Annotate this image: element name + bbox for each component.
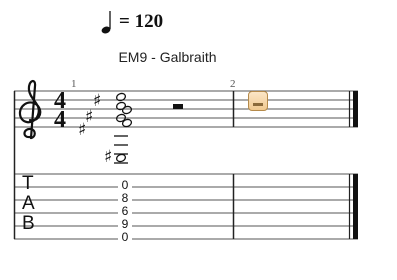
svg-text:♯: ♯ (85, 107, 93, 127)
tab-clef-t: T (22, 173, 34, 194)
treble-clef-icon (18, 80, 42, 140)
key-signature-sharps: ♯ ♯ ♯ ♯ (78, 91, 112, 167)
chord-notes (114, 92, 133, 164)
tab-fret: 0 (118, 231, 132, 244)
svg-text:♯: ♯ (93, 91, 101, 111)
svg-text:♯: ♯ (104, 147, 112, 167)
final-barline (348, 91, 358, 239)
score-canvas: 4 4 ♯ ♯ ♯ ♯ (13, 80, 358, 240)
time-signature-bottom: 4 (54, 107, 66, 133)
half-rest (173, 104, 183, 109)
tab-staff (14, 173, 358, 240)
playback-cursor[interactable] (248, 91, 268, 111)
tab-clef-a: A (22, 193, 35, 214)
tab-clef: T A B (22, 174, 35, 234)
tab-clef-b: B (22, 213, 35, 234)
